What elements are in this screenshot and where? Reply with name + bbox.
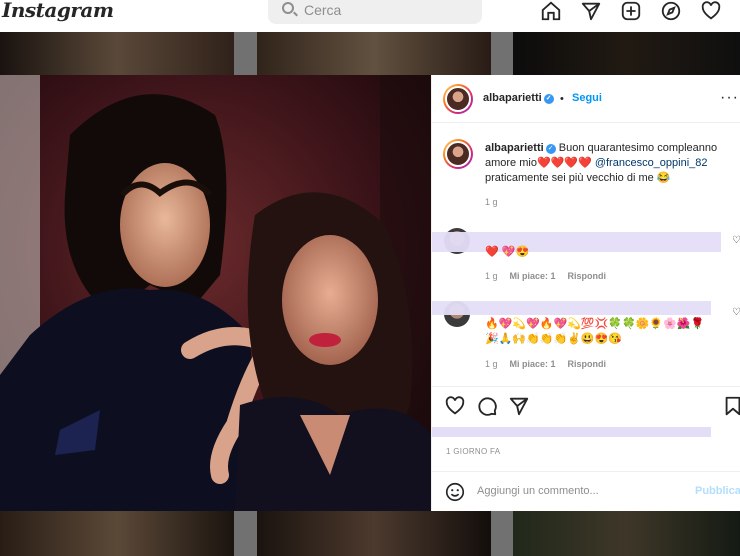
comment-like-icon[interactable]: ♡ <box>732 235 740 246</box>
emoji-icon[interactable] <box>444 481 466 503</box>
comment-text: 🔥💖💫💖🔥💖💫💯💢🍀🍀🌼🌻🌸🌺🌹🎉🙏🙌👏👏👏✌️😃😍😘 <box>485 318 705 345</box>
username-text[interactable]: albaparietti <box>483 92 542 104</box>
nav-icons <box>540 0 722 22</box>
caption-mention[interactable]: @francesco_oppini_82 <box>595 157 708 169</box>
post-caption: albaparietti ✓ Buon quarantesimo complean… <box>485 141 735 186</box>
post-modal: albaparietti ✓ • Segui ··· albaparietti ✓ … <box>0 75 740 511</box>
direct-icon[interactable] <box>580 0 602 22</box>
redacted-username-bar <box>432 301 711 315</box>
more-options-icon[interactable]: ··· <box>720 89 739 107</box>
comment-meta: 1 g Mi piace: 1 Rispondi <box>485 271 606 281</box>
post-photo-illustration <box>0 75 431 511</box>
avatar[interactable] <box>443 84 473 114</box>
comment-meta: 1 g Mi piace: 1 Rispondi <box>485 359 606 369</box>
home-icon[interactable] <box>540 0 562 22</box>
comment-likes[interactable]: Mi piace: 1 <box>510 359 556 369</box>
header-username[interactable]: albaparietti ✓ <box>483 92 554 104</box>
comment-item: 🔥💖💫💖🔥💖💫💯💢🍀🍀🌼🌻🌸🌺🌹🎉🙏🙌👏👏👏✌️😃😍😘 1 g Mi piace… <box>432 297 740 375</box>
reply-button[interactable]: Rispondi <box>568 271 607 281</box>
caption-hearts: ❤️❤️❤️❤️ <box>536 157 592 169</box>
verified-badge-icon: ✓ <box>545 144 556 154</box>
follow-button[interactable]: Segui <box>572 92 602 104</box>
comment-like-icon[interactable]: ♡ <box>732 307 740 318</box>
redacted-likes-bar <box>432 427 711 437</box>
post-header: albaparietti ✓ • Segui ··· <box>432 75 740 123</box>
separator-dot: • <box>560 93 564 105</box>
caption-username[interactable]: albaparietti <box>485 142 544 154</box>
comment-time[interactable]: 1 g <box>485 271 498 281</box>
caption-text-2: praticamente sei più vecchio di me 😂 <box>485 172 671 184</box>
top-nav: Instagram Cerca <box>0 0 740 32</box>
share-icon[interactable] <box>508 395 530 417</box>
save-icon[interactable] <box>722 395 740 417</box>
reply-button[interactable]: Rispondi <box>568 359 607 369</box>
explore-icon[interactable] <box>660 0 682 22</box>
search-placeholder: Cerca <box>304 2 342 18</box>
comment-input[interactable]: Aggiungi un commento... <box>477 485 599 497</box>
new-post-icon[interactable] <box>620 0 642 22</box>
caption-avatar[interactable] <box>443 139 473 169</box>
caption-timestamp[interactable]: 1 g <box>485 197 498 207</box>
post-sidebar: albaparietti ✓ • Segui ··· albaparietti ✓ … <box>431 75 740 511</box>
redacted-username-bar <box>432 232 721 252</box>
search-icon <box>282 2 294 14</box>
post-actions <box>432 386 740 426</box>
comment-icon[interactable] <box>476 395 498 417</box>
instagram-logo[interactable]: Instagram <box>2 0 114 22</box>
comment-text: ❤️ 💖😍 <box>485 246 530 258</box>
publish-button[interactable]: Pubblica <box>695 485 740 497</box>
comment-likes[interactable]: Mi piace: 1 <box>510 271 556 281</box>
post-image[interactable] <box>0 75 431 511</box>
add-comment-bar: Aggiungi un commento... Pubblica <box>432 471 740 511</box>
like-icon[interactable] <box>444 395 466 417</box>
search-box[interactable]: Cerca <box>268 0 482 24</box>
verified-badge-icon: ✓ <box>543 94 554 104</box>
activity-icon[interactable] <box>700 0 722 22</box>
comment-time[interactable]: 1 g <box>485 359 498 369</box>
comment-item: ❤️ 💖😍 1 g Mi piace: 1 Rispondi ♡ <box>432 225 740 285</box>
post-time-ago[interactable]: 1 GIORNO FA <box>446 447 500 456</box>
